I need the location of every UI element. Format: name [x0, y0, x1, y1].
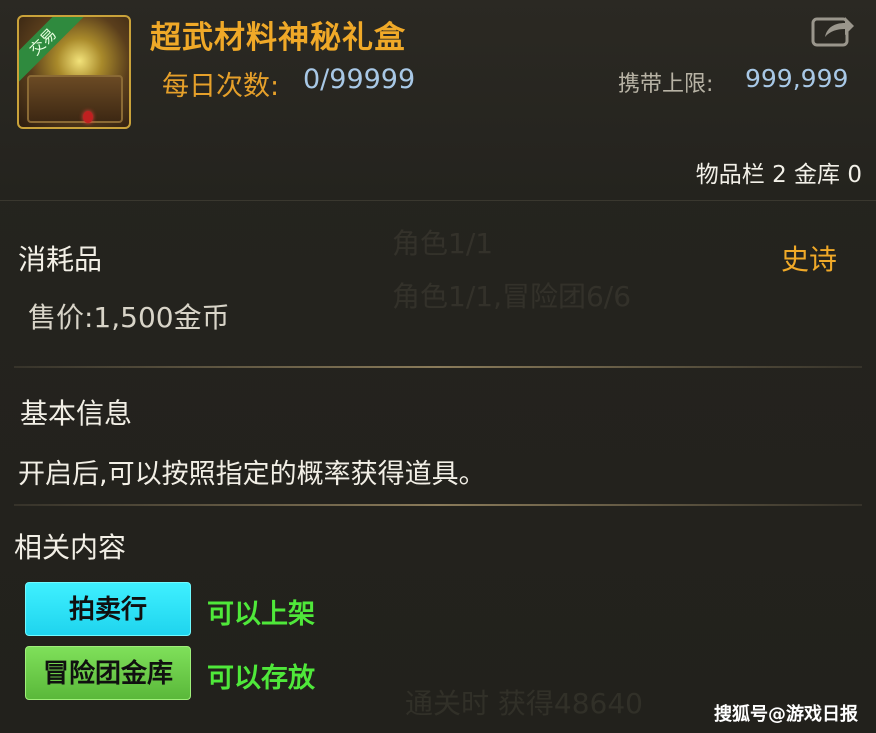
divider: [14, 366, 862, 368]
share-icon[interactable]: [811, 13, 855, 47]
adventure-vault-button[interactable]: 冒险团金库: [25, 646, 191, 700]
related-content-title: 相关内容: [14, 531, 127, 564]
item-rarity: 史诗: [781, 243, 838, 276]
item-description: 开启后,可以按照指定的概率获得道具。: [18, 459, 486, 490]
auction-house-button[interactable]: 拍卖行: [25, 582, 191, 636]
carry-limit-value: 999,999: [745, 64, 849, 93]
watermark: 搜狐号@游戏日报: [714, 704, 858, 725]
daily-count-value: 0/99999: [303, 64, 416, 95]
background-text: 角色1/1,冒险团6/6: [392, 280, 632, 313]
background-text: 通关时 获得48640: [405, 687, 643, 720]
carry-limit-label: 携带上限:: [618, 72, 714, 97]
mystery-gift-box-icon: 交易: [17, 15, 131, 129]
basic-info-title: 基本信息: [20, 397, 133, 430]
chest-shape: [27, 75, 123, 123]
tooltip-header: 交易 超武材料神秘礼盒 每日次数: 0/99999 携带上限: 999,999 …: [0, 0, 876, 201]
divider: [14, 504, 862, 506]
daily-count-label: 每日次数:: [162, 71, 280, 102]
background-text: 角色1/1: [392, 227, 494, 260]
auction-status: 可以上架: [207, 599, 315, 630]
vault-status: 可以存放: [207, 663, 315, 694]
item-category: 消耗品: [18, 243, 103, 276]
gem-shape: [83, 111, 93, 123]
item-name: 超武材料神秘礼盒: [150, 20, 406, 56]
item-tooltip: 角色1/1 角色1/1,冒险团6/6 通关时 获得48640 交易 超武材料神秘…: [0, 0, 876, 733]
storage-count: 物品栏 2 金库 0: [695, 162, 862, 188]
sell-price: 售价:1,500金币: [28, 301, 230, 334]
